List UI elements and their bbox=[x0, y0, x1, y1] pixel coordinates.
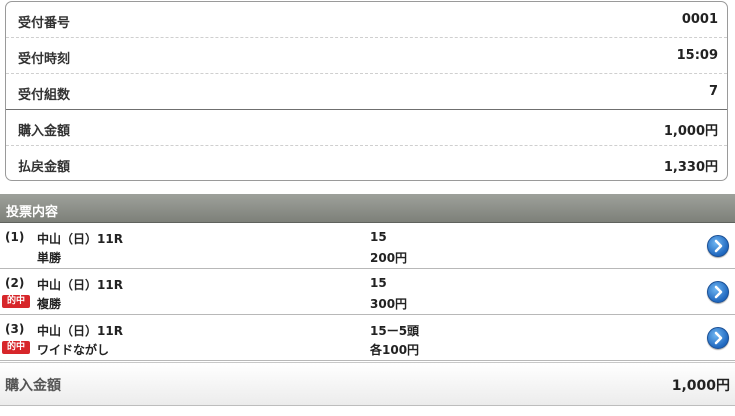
purchase-total-bar: 購入金額 1,000円 bbox=[0, 362, 735, 406]
summary-row-purchase-amount: 購入金額 1,000円 bbox=[6, 110, 727, 146]
bet-type: 複勝 bbox=[37, 297, 62, 311]
bet-number: (2) bbox=[5, 276, 25, 290]
bet-row-1[interactable]: (1) 中山（日）11R 単勝 15 200円 bbox=[0, 223, 735, 269]
total-value: 1,000円 bbox=[671, 378, 730, 394]
summary-label: 受付時刻 bbox=[18, 52, 71, 67]
summary-value: 15:09 bbox=[676, 48, 718, 63]
summary-value: 1,000円 bbox=[663, 124, 718, 139]
total-label: 購入金額 bbox=[5, 378, 61, 394]
summary-label: 受付組数 bbox=[18, 88, 71, 103]
bet-contents-header: 投票内容 bbox=[0, 194, 735, 223]
bet-race: 中山（日）11R bbox=[37, 232, 123, 246]
summary-label: 受付番号 bbox=[18, 16, 71, 31]
bet-number: (1) bbox=[5, 230, 25, 244]
receipt-summary-panel: 受付番号 0001 受付時刻 15:09 受付組数 7 購入金額 1,000円 … bbox=[5, 1, 728, 181]
summary-row-receipt-number: 受付番号 0001 bbox=[6, 2, 727, 38]
bet-race: 中山（日）11R bbox=[37, 278, 123, 292]
bet-combination: 15 bbox=[370, 230, 387, 244]
section-title: 投票内容 bbox=[6, 205, 59, 220]
summary-label: 払戻金額 bbox=[18, 160, 71, 175]
chevron-right-circle-icon[interactable] bbox=[707, 281, 729, 303]
bet-type: ワイドながし bbox=[37, 343, 110, 357]
bet-combination: 15 bbox=[370, 276, 387, 290]
summary-value: 1,330円 bbox=[663, 160, 718, 175]
bet-row-2[interactable]: (2) 的中 中山（日）11R 複勝 15 300円 bbox=[0, 269, 735, 315]
bet-number: (3) bbox=[5, 322, 25, 336]
summary-value: 0001 bbox=[681, 12, 718, 27]
bet-combination: 15ー5頭 bbox=[370, 324, 420, 338]
summary-label: 購入金額 bbox=[18, 124, 71, 139]
bet-type: 単勝 bbox=[37, 251, 62, 265]
bet-row-3[interactable]: (3) 的中 中山（日）11R ワイドながし 15ー5頭 各100円 bbox=[0, 315, 735, 361]
bet-amount: 200円 bbox=[370, 251, 408, 265]
summary-value: 7 bbox=[708, 84, 718, 99]
summary-row-receipt-count: 受付組数 7 bbox=[6, 74, 727, 110]
bet-amount: 各100円 bbox=[370, 343, 420, 357]
bet-race: 中山（日）11R bbox=[37, 324, 123, 338]
hit-badge: 的中 bbox=[2, 295, 30, 308]
summary-row-payout-amount: 払戻金額 1,330円 bbox=[6, 146, 727, 180]
chevron-right-circle-icon[interactable] bbox=[707, 235, 729, 257]
chevron-right-circle-icon[interactable] bbox=[707, 327, 729, 349]
summary-row-receipt-time: 受付時刻 15:09 bbox=[6, 38, 727, 74]
bet-amount: 300円 bbox=[370, 297, 408, 311]
hit-badge: 的中 bbox=[2, 341, 30, 354]
